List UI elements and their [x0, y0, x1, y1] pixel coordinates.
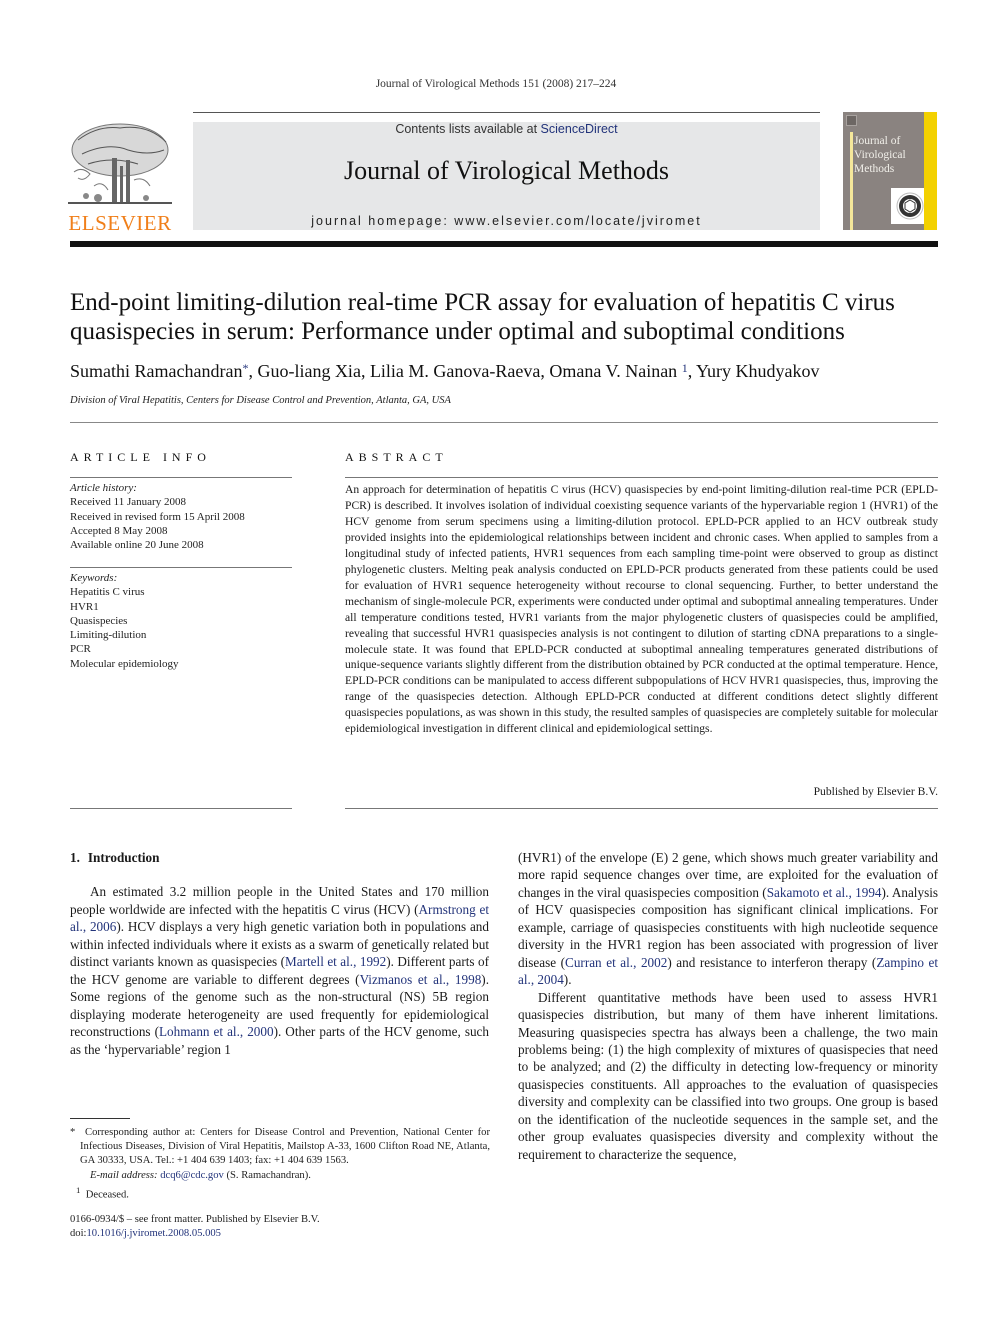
intro-paragraph-continued: (HVR1) of the envelope (E) 2 gene, which…	[518, 849, 938, 989]
footnote-divider	[70, 1118, 130, 1119]
citation-link[interactable]: Curran et al., 2002	[565, 955, 667, 970]
issn-line: 0166-0934/$ – see front matter. Publishe…	[70, 1214, 320, 1225]
paragraph-text: ) and resistance to interferon therapy (	[667, 954, 877, 970]
keyword: Hepatitis C virus	[70, 586, 145, 599]
author-name[interactable]: Omana V. Nainan	[549, 361, 677, 381]
divider	[345, 477, 938, 478]
abstract-text: An approach for determination of hepatit…	[345, 483, 938, 736]
elsevier-wordmark[interactable]: ELSEVIER	[66, 211, 174, 236]
cover-virus-icon	[891, 188, 928, 224]
keyword: Quasispecies	[70, 614, 128, 627]
divider	[70, 477, 292, 478]
cover-publisher-icon	[846, 115, 857, 126]
author-name[interactable]: Sumathi Ramachandran	[70, 361, 242, 381]
divider	[70, 567, 292, 568]
history-item: Received 11 January 2008	[70, 496, 186, 509]
doi-label: doi:	[70, 1228, 87, 1240]
cover-stripe	[850, 132, 853, 230]
front-matter: 0166-0934/$ – see front matter. Publishe…	[70, 1213, 320, 1241]
masthead-divider	[70, 241, 938, 247]
publisher-note: Published by Elsevier B.V.	[813, 785, 938, 798]
history-item: Received in revised form 15 April 2008	[70, 510, 245, 523]
footnote-mark: *	[70, 1127, 76, 1138]
corresponding-footnote: * Corresponding author at: Centers for D…	[70, 1126, 490, 1169]
citation-link[interactable]: Martell et al., 1992	[285, 954, 386, 969]
keyword: PCR	[70, 643, 91, 656]
cover-yellow-band	[924, 112, 937, 230]
author-name[interactable]: Guo-liang Xia	[257, 361, 360, 381]
deceased-note: Deceased.	[85, 1189, 129, 1201]
intro-paragraph: Different quantitative methods have been…	[518, 989, 938, 1162]
body-column-right: (HVR1) of the envelope (E) 2 gene, which…	[518, 849, 938, 1163]
article-info-heading: ARTICLE INFO	[70, 450, 211, 464]
section-heading: 1. Introduction	[70, 849, 489, 866]
doi-link[interactable]: 10.1016/j.jviromet.2008.05.005	[86, 1228, 220, 1239]
affiliation: Division of Viral Hepatitis, Centers for…	[70, 395, 451, 406]
keyword: HVR1	[70, 600, 99, 613]
email-link[interactable]: dcq6@cdc.gov	[160, 1170, 224, 1181]
journal-name: Journal of Virological Methods	[343, 156, 670, 185]
author-name[interactable]: Yury Khudyakov	[696, 361, 820, 381]
citation-link[interactable]: Sakamoto et al., 1994	[767, 885, 882, 900]
corresponding-author-mark[interactable]: *	[242, 361, 248, 375]
journal-cover-thumbnail[interactable]: Journal of Virological Methods	[843, 112, 937, 230]
divider	[345, 808, 938, 809]
footnotes: * Corresponding author at: Centers for D…	[70, 1126, 490, 1203]
footnote-mark: 1	[76, 1184, 81, 1195]
history-item: Accepted 8 May 2008	[70, 524, 168, 537]
keyword: Limiting-dilution	[70, 629, 147, 642]
header-rule	[193, 112, 820, 113]
corresponding-author-address: Corresponding author at: Centers for Dis…	[80, 1127, 490, 1167]
sciencedirect-link[interactable]: ScienceDirect	[541, 122, 618, 136]
tree-icon	[68, 123, 172, 204]
keywords-label: Keywords:	[70, 572, 118, 584]
article-title: End-point limiting-dilution real-time PC…	[70, 289, 895, 345]
keyword: Molecular epidemiology	[70, 657, 179, 670]
email-owner: (S. Ramachandran).	[226, 1169, 311, 1181]
body-column-left: 1. Introduction An estimated 3.2 million …	[70, 849, 489, 1058]
journal-homepage-link[interactable]: journal homepage: www.elsevier.com/locat…	[193, 214, 820, 228]
abstract-heading: ABSTRACT	[345, 450, 448, 464]
citation-link[interactable]: Vizmanos et al., 1998	[360, 972, 482, 987]
contents-prefix: Contents lists available at	[395, 122, 541, 136]
history-item: Available online 20 June 2008	[70, 539, 204, 552]
deceased-footnote: 1 Deceased.	[70, 1183, 490, 1203]
footnote-mark[interactable]: 1	[682, 361, 688, 375]
email-label: E-mail address:	[90, 1169, 158, 1181]
intro-paragraph: An estimated 3.2 million people in the U…	[70, 883, 489, 1058]
keywords: Keywords: Hepatitis C virus HVR1 Quasisp…	[70, 571, 292, 671]
section-title: Introduction	[87, 850, 160, 865]
running-head: Journal of Virological Methods 151 (2008…	[375, 78, 617, 90]
cover-title: Journal of Virological Methods	[854, 135, 906, 175]
title-divider	[70, 422, 938, 423]
section-number: 1.	[70, 850, 80, 865]
author-list: Sumathi Ramachandran*, Guo-liang Xia, Li…	[70, 361, 820, 381]
author-name[interactable]: Lilia M. Ganova-Raeva	[370, 361, 540, 381]
paragraph-text: ).	[563, 972, 572, 988]
history-label: Article history:	[70, 482, 137, 494]
email-footnote: E-mail address: dcq6@cdc.gov (S. Ramacha…	[70, 1169, 490, 1183]
contents-line: Contents lists available at ScienceDirec…	[193, 122, 820, 136]
article-history: Article history: Received 11 January 200…	[70, 481, 292, 552]
citation-link[interactable]: Lohmann et al., 2000	[159, 1024, 274, 1039]
divider	[70, 808, 292, 809]
